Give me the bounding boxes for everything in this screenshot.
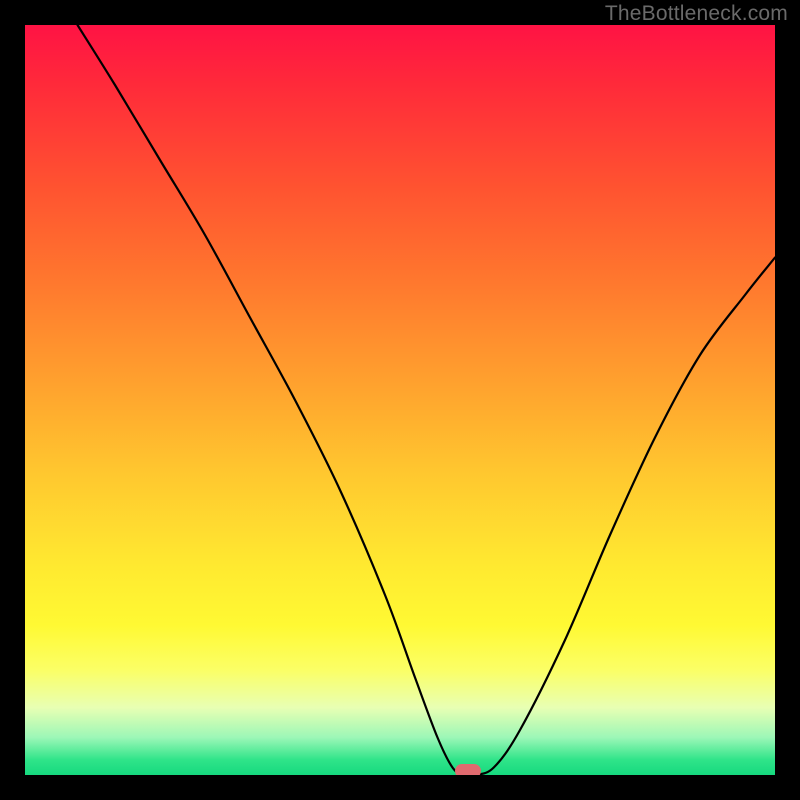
bottleneck-curve-path <box>78 25 776 775</box>
chart-frame: TheBottleneck.com <box>0 0 800 800</box>
bottleneck-curve-svg <box>25 25 775 775</box>
plot-area <box>25 25 775 775</box>
optimal-point-marker <box>455 764 481 775</box>
watermark-text: TheBottleneck.com <box>605 2 788 26</box>
